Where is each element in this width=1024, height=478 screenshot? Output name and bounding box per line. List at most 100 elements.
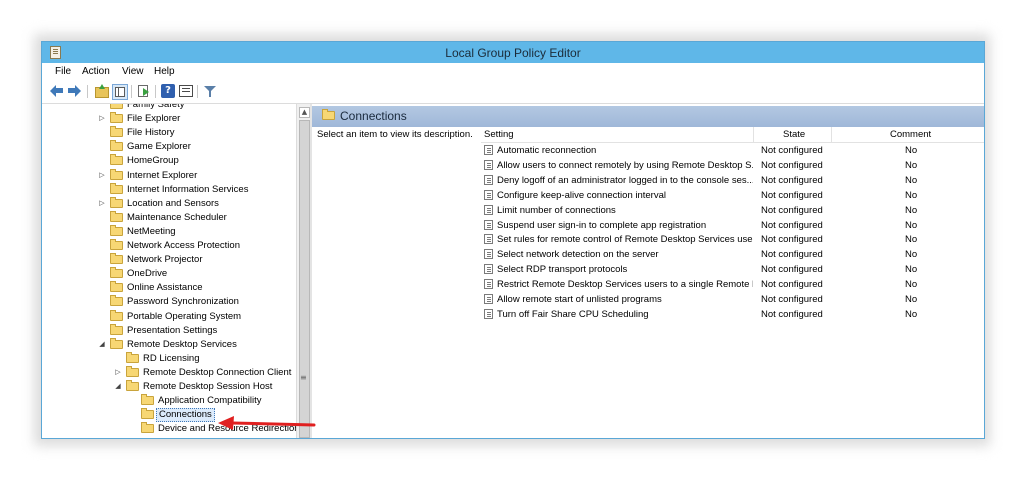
policy-setting-icon xyxy=(484,264,493,275)
window-title: Local Group Policy Editor xyxy=(445,46,581,60)
up-folder-icon[interactable] xyxy=(94,84,109,98)
setting-cell: Suspend user sign-in to complete app reg… xyxy=(497,219,707,231)
state-cell: Not configured xyxy=(761,249,823,261)
folder-icon xyxy=(110,253,123,265)
menu-file[interactable]: File xyxy=(55,66,71,77)
state-cell: Not configured xyxy=(761,264,823,276)
tree-item-label: HomeGroup xyxy=(127,155,179,167)
column-comment[interactable]: Comment xyxy=(890,129,931,140)
table-row[interactable]: Limit number of connections Not configure… xyxy=(481,203,984,218)
annotation-arrow xyxy=(218,416,316,430)
table-row[interactable]: Set rules for remote control of Remote D… xyxy=(481,232,984,247)
menu-bar: File Action View Help xyxy=(42,63,984,81)
export-list-icon[interactable] xyxy=(137,84,151,98)
comment-cell: No xyxy=(905,174,918,186)
tree-item-label: File Explorer xyxy=(127,113,181,125)
policy-setting-icon xyxy=(484,174,493,185)
state-cell: Not configured xyxy=(761,204,823,216)
scroll-thumb[interactable] xyxy=(299,120,310,438)
folder-icon xyxy=(110,323,123,335)
properties-icon[interactable] xyxy=(179,84,193,98)
main-window: Local Group Policy Editor File Action Vi… xyxy=(41,41,985,439)
table-row[interactable]: Turn off Fair Share CPU Scheduling Not co… xyxy=(481,307,984,322)
folder-icon xyxy=(110,295,123,307)
menu-action[interactable]: Action xyxy=(82,66,110,77)
folder-icon xyxy=(110,126,123,138)
setting-cell: Allow users to connect remotely by using… xyxy=(497,159,753,171)
tree-item-label: Portable Operating System xyxy=(127,310,242,322)
toolbar-separator xyxy=(197,85,198,98)
details-pane: Select an item to view its description. … xyxy=(312,127,984,438)
table-row[interactable]: Select network detection on the server No… xyxy=(481,247,984,262)
tree-item-label: NetMeeting xyxy=(127,225,176,237)
comment-cell: No xyxy=(905,234,918,246)
show-hide-tree-icon[interactable] xyxy=(112,84,128,100)
folder-icon xyxy=(110,112,123,124)
column-separator[interactable] xyxy=(753,127,754,142)
tree-expander-icon[interactable]: ◢ xyxy=(98,338,106,352)
table-row[interactable]: Suspend user sign-in to complete app reg… xyxy=(481,218,984,233)
filter-icon[interactable] xyxy=(203,84,217,98)
tree-item-label: Internet Explorer xyxy=(127,169,198,181)
menu-help[interactable]: Help xyxy=(154,66,175,77)
tree-item-label: Remote Desktop Session Host xyxy=(143,381,273,392)
tree-expander-icon[interactable]: ▷ xyxy=(98,169,106,183)
comment-cell: No xyxy=(905,294,918,305)
toolbar-separator xyxy=(155,85,156,98)
tree-item-label: Location and Sensors xyxy=(127,197,219,209)
help-icon[interactable]: ? xyxy=(161,84,175,98)
column-setting[interactable]: Setting xyxy=(484,129,514,140)
table-row[interactable]: Configure keep-alive connection interval… xyxy=(481,188,984,203)
comment-cell: No xyxy=(905,264,918,276)
folder-icon xyxy=(110,281,123,293)
tree-expander-icon[interactable]: ▷ xyxy=(98,112,106,126)
table-row[interactable]: Automatic reconnection Not configured No xyxy=(481,143,984,158)
navigation-tree[interactable]: Family Safety ▷ File Explorer File History G… xyxy=(42,104,296,438)
tree-item-label: Maintenance Scheduler xyxy=(127,211,227,223)
scroll-up-icon[interactable]: ▲ xyxy=(299,107,310,118)
policy-setting-icon xyxy=(484,159,493,170)
table-row[interactable]: Restrict Remote Desktop Services users t… xyxy=(481,277,984,292)
tree-scrollbar[interactable]: ▲ ≡ xyxy=(296,104,311,438)
tree-expander-icon[interactable]: ▷ xyxy=(114,366,122,380)
comment-cell: No xyxy=(905,159,918,171)
folder-icon xyxy=(110,337,123,349)
back-arrow-icon[interactable] xyxy=(50,84,64,98)
folder-icon xyxy=(110,224,123,236)
tree-expander-icon[interactable]: ▷ xyxy=(98,197,106,211)
setting-cell: Automatic reconnection xyxy=(497,145,597,156)
comment-cell: No xyxy=(905,308,918,320)
policy-setting-icon xyxy=(484,249,493,260)
policy-setting-icon xyxy=(484,219,493,230)
tree-item-label: Family Safety xyxy=(127,104,185,110)
details-header: Connections xyxy=(312,106,984,127)
setting-cell: Turn off Fair Share CPU Scheduling xyxy=(497,308,649,320)
table-row[interactable]: Allow remote start of unlisted programs N… xyxy=(481,292,984,307)
forward-arrow-icon[interactable] xyxy=(67,84,81,98)
folder-icon xyxy=(141,394,154,406)
tree-item-label: Network Projector xyxy=(127,254,203,266)
menu-view[interactable]: View xyxy=(122,66,144,77)
tree-item-label: Internet Information Services xyxy=(127,183,249,195)
table-row[interactable]: Select RDP transport protocols Not config… xyxy=(481,262,984,277)
toolbar: ? xyxy=(42,81,984,104)
policy-setting-icon xyxy=(484,308,493,319)
folder-icon xyxy=(110,168,123,180)
title-bar[interactable]: Local Group Policy Editor xyxy=(42,42,984,63)
state-cell: Not configured xyxy=(761,219,823,231)
tree-item-label: Password Synchronization xyxy=(127,296,239,308)
table-row[interactable]: Allow users to connect remotely by using… xyxy=(481,158,984,173)
state-cell: Not configured xyxy=(761,145,823,156)
column-separator[interactable] xyxy=(831,127,832,142)
comment-cell: No xyxy=(905,279,918,291)
folder-icon xyxy=(126,380,139,391)
tree-expander-icon[interactable]: ◢ xyxy=(114,380,122,394)
folder-icon xyxy=(110,140,123,152)
tree-item-label: OneDrive xyxy=(127,268,168,280)
comment-cell: No xyxy=(905,145,918,156)
folder-icon xyxy=(110,210,123,222)
column-state[interactable]: State xyxy=(783,129,805,140)
policy-setting-icon xyxy=(484,234,493,245)
setting-cell: Select RDP transport protocols xyxy=(497,264,628,276)
table-row[interactable]: Deny logoff of an administrator logged i… xyxy=(481,173,984,188)
